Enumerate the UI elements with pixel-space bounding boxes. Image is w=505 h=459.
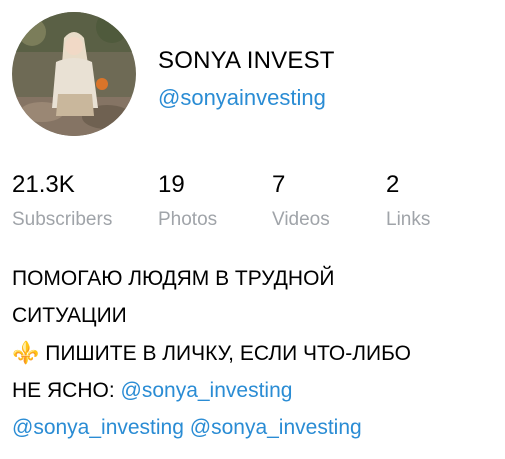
- stat-value: 21.3K: [12, 171, 75, 198]
- bio-text-segment: ПИШИТЕ В ЛИЧКУ, ЕСЛИ ЧТО-ЛИБО: [39, 342, 411, 365]
- stat-value: 19: [158, 171, 185, 198]
- profile-photo: [12, 12, 136, 136]
- fleur-de-lis-icon: ⚜️: [12, 340, 40, 365]
- stat-videos[interactable]: 7 Videos: [272, 170, 330, 232]
- avatar[interactable]: [12, 12, 136, 136]
- bio-line: НЕ ЯСНО: @sonya_investing: [12, 372, 492, 409]
- bio-text-segment: НЕ ЯСНО:: [12, 379, 121, 402]
- bio-line: СИТУАЦИИ: [12, 304, 127, 327]
- mention-link[interactable]: @sonya_investing: [12, 416, 184, 439]
- stat-links[interactable]: 2 Links: [386, 170, 430, 232]
- bio-line: @sonya_investing @sonya_investing: [12, 409, 492, 446]
- bio-text: ПОМОГАЮ ЛЮДЯМ В ТРУДНОЙ СИТУАЦИИ ⚜️ ПИШИ…: [12, 260, 492, 446]
- channel-handle[interactable]: @sonyainvesting: [158, 84, 326, 112]
- stat-label: Subscribers: [12, 209, 113, 230]
- bio-line: ПОМОГАЮ ЛЮДЯМ В ТРУДНОЙ: [12, 267, 335, 290]
- stat-label: Links: [386, 209, 431, 230]
- channel-name: SONYA INVEST: [158, 47, 335, 74]
- stat-label: Videos: [272, 209, 330, 230]
- stat-subscribers[interactable]: 21.3K Subscribers: [12, 170, 112, 232]
- stat-value: 2: [386, 171, 400, 198]
- stat-value: 7: [272, 171, 286, 198]
- stat-label: Photos: [158, 209, 218, 230]
- bio-line: ⚜️ ПИШИТЕ В ЛИЧКУ, ЕСЛИ ЧТО-ЛИБО: [12, 334, 492, 372]
- stat-photos[interactable]: 19 Photos: [158, 170, 217, 232]
- mention-link[interactable]: @sonya_investing: [121, 379, 293, 402]
- mention-link[interactable]: @sonya_investing: [190, 416, 362, 439]
